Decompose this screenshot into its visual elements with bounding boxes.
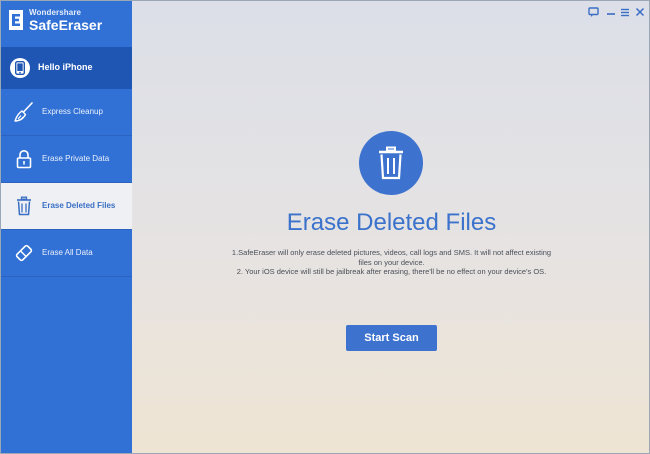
hero-trash-badge (359, 131, 423, 195)
iphone-icon (10, 58, 30, 78)
trash-icon (17, 196, 31, 216)
sidebar-item-label: Erase All Data (42, 248, 93, 257)
minimize-icon[interactable] (606, 7, 616, 19)
device-label: Hello iPhone (38, 62, 93, 72)
close-icon[interactable] (635, 7, 645, 19)
trash-icon (379, 146, 403, 180)
sidebar-item-erase-private-data[interactable]: Erase Private Data (1, 136, 132, 183)
menu-icon[interactable] (620, 7, 630, 19)
main-panel: Erase Deleted Files 1.SafeEraser will on… (132, 1, 649, 453)
app-window: Wondershare SafeEraser Hello iPhone Expr… (0, 0, 650, 454)
sidebar-item-express-cleanup[interactable]: Express Cleanup (1, 89, 132, 136)
start-scan-button[interactable]: Start Scan (346, 325, 437, 351)
brand-vendor: Wondershare (29, 8, 82, 17)
info-notes: 1.SafeEraser will only erase deleted pic… (152, 248, 631, 277)
sidebar: Wondershare SafeEraser Hello iPhone Expr… (1, 1, 132, 453)
sidebar-item-erase-deleted-files[interactable]: Erase Deleted Files (1, 183, 132, 230)
safeeraser-logo-icon (9, 10, 23, 30)
brand: Wondershare SafeEraser (1, 1, 132, 47)
feedback-icon[interactable] (588, 7, 599, 19)
eraser-icon (15, 244, 33, 262)
sidebar-item-label: Erase Deleted Files (42, 201, 116, 210)
device-header[interactable]: Hello iPhone (1, 47, 132, 89)
broom-icon (14, 102, 33, 122)
lock-icon (16, 149, 32, 169)
sidebar-item-label: Erase Private Data (42, 154, 110, 163)
sidebar-item-erase-all-data[interactable]: Erase All Data (1, 230, 132, 277)
sidebar-nav: Express Cleanup Erase Private Data Erase… (1, 89, 132, 277)
note-line: files on your device. (358, 257, 425, 267)
note-line: 2. Your iOS device will still be jailbre… (236, 267, 547, 276)
note-line: 1.SafeEraser will only erase deleted pic… (231, 248, 552, 257)
page-title: Erase Deleted Files (286, 209, 497, 236)
sidebar-item-label: Express Cleanup (42, 107, 103, 116)
brand-name: SafeEraser (29, 17, 103, 33)
